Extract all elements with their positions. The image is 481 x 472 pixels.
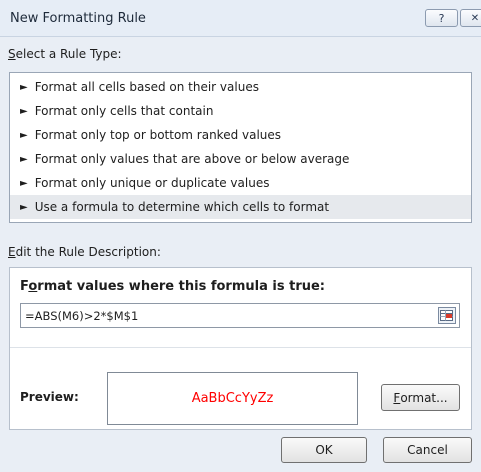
preview-label: Preview: bbox=[20, 390, 79, 404]
preview-sample: AaBbCcYyZz bbox=[107, 372, 358, 425]
arrow-right-icon: ► bbox=[20, 105, 28, 117]
help-icon: ? bbox=[438, 11, 445, 25]
ok-button[interactable]: OK bbox=[281, 437, 367, 463]
range-select-button[interactable] bbox=[438, 307, 456, 324]
rule-description-label: Edit the Rule Description: bbox=[8, 245, 161, 259]
close-button[interactable]: ✕ bbox=[460, 9, 481, 27]
rule-type-label: Select a Rule Type: bbox=[8, 47, 122, 61]
title-bar: New Formatting Rule ? ✕ bbox=[0, 0, 481, 37]
format-button[interactable]: Format... bbox=[381, 384, 460, 411]
formula-input[interactable]: =ABS(M6)>2*$M$1 bbox=[20, 303, 460, 328]
divider bbox=[10, 347, 471, 348]
rule-type-list[interactable]: ► Format all cells based on their values … bbox=[9, 72, 472, 223]
rule-type-item[interactable]: ► Format only cells that contain bbox=[10, 99, 471, 123]
arrow-right-icon: ► bbox=[20, 129, 28, 141]
rule-description-panel: Format values where this formula is true… bbox=[9, 267, 472, 430]
dialog-title: New Formatting Rule bbox=[10, 11, 146, 26]
arrow-right-icon: ► bbox=[20, 201, 28, 213]
rule-type-item[interactable]: ► Format only top or bottom ranked values bbox=[10, 123, 471, 147]
formula-heading: Format values where this formula is true… bbox=[20, 279, 325, 294]
formula-value: =ABS(M6)>2*$M$1 bbox=[25, 309, 139, 323]
collapse-dialog-icon bbox=[440, 310, 453, 321]
help-button[interactable]: ? bbox=[425, 9, 458, 27]
preview-sample-text: AaBbCcYyZz bbox=[191, 391, 274, 406]
close-icon: ✕ bbox=[470, 12, 480, 24]
rule-type-item[interactable]: ► Format only values that are above or be… bbox=[10, 147, 471, 171]
rule-type-item-selected[interactable]: ► Use a formula to determine which cells … bbox=[10, 195, 471, 219]
arrow-right-icon: ► bbox=[20, 81, 28, 93]
cancel-button[interactable]: Cancel bbox=[383, 437, 472, 463]
arrow-right-icon: ► bbox=[20, 177, 28, 189]
rule-type-item[interactable]: ► Format only unique or duplicate values bbox=[10, 171, 471, 195]
rule-type-item[interactable]: ► Format all cells based on their values bbox=[10, 75, 471, 99]
arrow-right-icon: ► bbox=[20, 153, 28, 165]
